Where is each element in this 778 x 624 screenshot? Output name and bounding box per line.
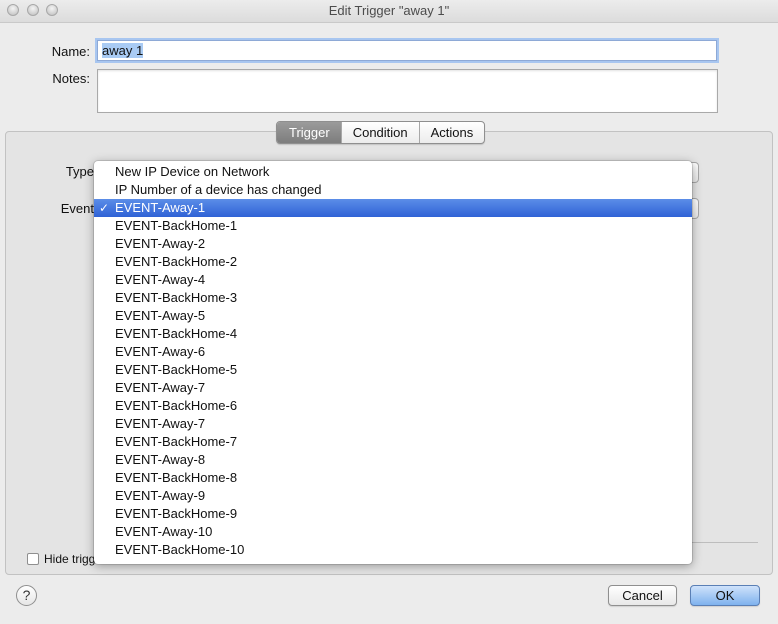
hide-trigger-checkbox[interactable] [27,553,39,565]
tab-trigger[interactable]: Trigger [277,122,341,143]
menu-item[interactable]: EVENT-BackHome-3 [94,289,692,307]
tab-actions[interactable]: Actions [418,122,485,143]
menu-item[interactable]: EVENT-BackHome-9 [94,505,692,523]
menu-item-label: EVENT-Away-10 [115,524,213,539]
title-bar: Edit Trigger "away 1" [0,0,778,23]
menu-item-label: EVENT-Away-6 [115,344,206,359]
menu-item[interactable]: EVENT-BackHome-4 [94,325,692,343]
menu-item[interactable]: EVENT-Away-7 [94,379,692,397]
help-button[interactable]: ? [16,585,37,606]
menu-item[interactable]: EVENT-Away-10 [94,523,692,541]
menu-item[interactable]: EVENT-Away-6 [94,343,692,361]
menu-item-label: EVENT-BackHome-9 [115,506,238,521]
menu-item-label: EVENT-BackHome-8 [115,470,238,485]
menu-item[interactable]: EVENT-BackHome-10 [94,541,692,559]
hide-trigger-label: Hide trigg [44,552,96,566]
menu-item[interactable]: IP Number of a device has changed [94,181,692,199]
name-field-value: away 1 [102,43,144,58]
menu-item[interactable]: EVENT-BackHome-5 [94,361,692,379]
menu-item[interactable]: EVENT-BackHome-8 [94,469,692,487]
menu-item[interactable]: EVENT-Away-2 [94,235,692,253]
menu-item[interactable]: EVENT-Away-4 [94,271,692,289]
notes-label: Notes: [52,71,90,86]
name-label: Name: [51,44,90,59]
menu-item[interactable]: EVENT-Away-5 [94,307,692,325]
menu-item-label: New IP Device on Network [115,164,270,179]
notes-field[interactable] [97,69,718,113]
ok-button[interactable]: OK [690,585,760,606]
menu-item[interactable]: New IP Device on Network [94,163,692,181]
cancel-button[interactable]: Cancel [608,585,677,606]
menu-item-label: EVENT-Away-8 [115,452,206,467]
tab-bar: Trigger Condition Actions [276,121,486,144]
checkmark-icon: ✓ [99,201,110,215]
menu-item-label: EVENT-BackHome-7 [115,434,238,449]
menu-item-label: EVENT-Away-9 [115,488,206,503]
name-field[interactable]: away 1 [97,40,717,61]
menu-item-label: EVENT-BackHome-2 [115,254,238,269]
menu-item-label: EVENT-Away-2 [115,236,206,251]
menu-item-label: EVENT-BackHome-4 [115,326,238,341]
menu-item[interactable]: EVENT-Away-8 [94,451,692,469]
menu-item-label: EVENT-BackHome-5 [115,362,238,377]
menu-item-label: EVENT-Away-5 [115,308,206,323]
menu-item-label: EVENT-BackHome-1 [115,218,238,233]
menu-item-label: EVENT-Away-4 [115,272,206,287]
menu-item-label: EVENT-Away-7 [115,380,206,395]
tab-condition[interactable]: Condition [340,122,419,143]
menu-item[interactable]: EVENT-BackHome-6 [94,397,692,415]
event-dropdown-menu: New IP Device on Network IP Number of a d… [94,161,692,564]
menu-item[interactable]: EVENT-BackHome-7 [94,433,692,451]
menu-item[interactable]: EVENT-Away-9 [94,487,692,505]
window-title: Edit Trigger "away 1" [328,3,450,18]
menu-item-label: EVENT-Away-1 [115,200,206,215]
menu-item-label: EVENT-BackHome-3 [115,290,238,305]
menu-item-label: EVENT-BackHome-6 [115,398,238,413]
menu-item-label: EVENT-BackHome-10 [115,542,245,557]
menu-item[interactable]: ✓ EVENT-Away-1 [94,199,692,217]
menu-item[interactable]: EVENT-Away-7 [94,415,692,433]
menu-item[interactable]: EVENT-BackHome-2 [94,253,692,271]
menu-item-label: EVENT-Away-7 [115,416,206,431]
menu-item-label: IP Number of a device has changed [115,182,322,197]
type-label: Type [65,164,94,179]
divider [690,542,758,543]
event-label: Event [60,201,94,216]
menu-item[interactable]: EVENT-BackHome-1 [94,217,692,235]
